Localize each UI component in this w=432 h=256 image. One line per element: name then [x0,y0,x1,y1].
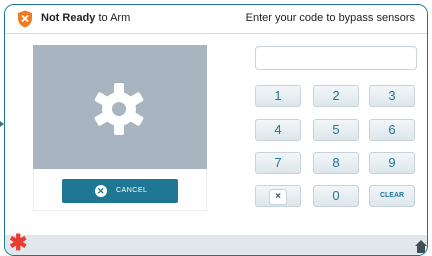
delete-key[interactable]: × [255,185,301,207]
key-9[interactable]: 9 [369,152,415,174]
x-circle-icon: ✕ [95,185,107,197]
camera-action-bar: ✕ CANCEL [33,169,207,211]
arm-status-bold: Not Ready [41,12,96,24]
key-5[interactable]: 5 [313,119,359,141]
key-0[interactable]: 0 [313,185,359,207]
dialog-header: Not Ready to Arm Enter your code to bypa… [5,5,427,34]
gear-icon [94,83,144,135]
key-1[interactable]: 1 [255,85,301,107]
bypass-dialog: Not Ready to Arm Enter your code to bypa… [4,4,428,256]
footer-bar: ✱ [5,232,427,255]
delete-icon: × [269,188,287,205]
cancel-button[interactable]: ✕ CANCEL [62,179,178,203]
key-6[interactable]: 6 [369,119,415,141]
shield-x-icon [18,10,32,28]
key-4[interactable]: 4 [255,119,301,141]
key-2[interactable]: 2 [313,85,359,107]
asterisk-icon[interactable]: ✱ [9,232,27,254]
key-3[interactable]: 3 [369,85,415,107]
arm-status: Not Ready to Arm [41,12,130,24]
bypass-instruction: Enter your code to bypass sensors [245,12,415,24]
camera-placeholder [33,45,207,169]
key-7[interactable]: 7 [255,152,301,174]
key-8[interactable]: 8 [313,152,359,174]
clear-key[interactable]: CLEAR [369,185,415,207]
code-input[interactable] [255,46,417,70]
cancel-label: CANCEL [116,187,148,194]
arm-status-rest: to Arm [95,12,131,24]
home-icon[interactable] [415,239,427,253]
